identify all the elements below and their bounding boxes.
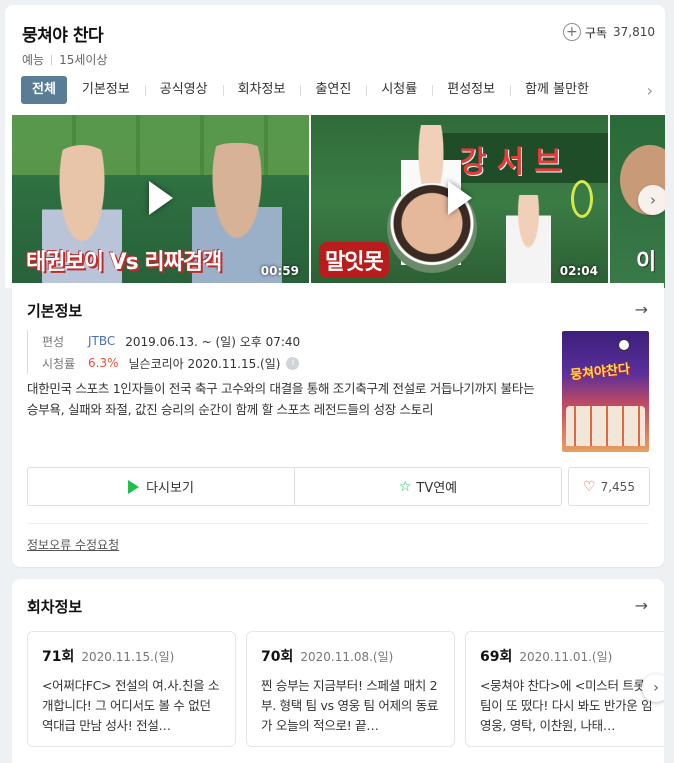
video-duration: 02:04 (559, 264, 598, 278)
tab-schedule[interactable]: 편성정보 (432, 76, 510, 104)
program-title[interactable]: 뭉쳐야 찬다 (22, 21, 104, 46)
arrow-right-icon[interactable]: → (635, 300, 648, 319)
plus-icon: + (562, 23, 581, 41)
thumbnail-figure (506, 195, 551, 288)
video-caption: 말잇못 (319, 242, 389, 278)
video-carousel: 태권보이 Vs 리짜검객 00:59 강서브 말잇못 02:04 이 › (12, 115, 665, 288)
tab-cast[interactable]: 출연진 (300, 76, 366, 104)
play-icon (447, 181, 472, 216)
tv-label: TV연예 (416, 481, 458, 496)
rating-row: 시청률 6.3% 닐슨코리아 2020.11.15.(일) i (42, 352, 547, 374)
poster-cast-image (566, 406, 645, 446)
genre-label: 예능 (22, 53, 45, 67)
episode-date: 2020.11.01.(일) (519, 650, 613, 664)
episode-description: <뭉쳐야 찬다>에 <미스터 트롯> 팀이 또 떴다! 다시 봐도 반가운 임영… (480, 678, 655, 733)
episode-item[interactable]: 71회 2020.11.15.(일) <어쩌다FC> 전설의 여.사.친을 소개… (27, 631, 236, 747)
program-details: 편성 JTBC 2019.06.13. ~ (일) 오후 07:40 시청률 6… (27, 330, 547, 374)
thumbnail-racket (571, 180, 593, 218)
star-icon: ☆ (398, 478, 412, 495)
program-header: 뭉쳐야 찬다 예능 15세이상 + 구독 37,810 전체 기본정보 공식영상… (5, 5, 665, 288)
chevron-right-icon: › (650, 191, 656, 209)
subscriber-count: 37,810 (613, 25, 655, 39)
like-button[interactable]: ♡ 7,455 (568, 467, 650, 506)
channel-link[interactable]: JTBC (88, 334, 115, 348)
carousel-next-button[interactable]: › (638, 185, 665, 215)
tabs-next-button[interactable]: › (621, 76, 665, 104)
episode-header: 71회 2020.11.15.(일) (42, 646, 221, 666)
episode-description: <어쩌다FC> 전설의 여.사.친을 소개합니다! 그 어디서도 볼 수 없던 … (42, 678, 220, 733)
rating-source: 닐슨코리아 2020.11.15.(일) (128, 356, 281, 371)
poster-title: 뭉쳐야찬다 (569, 361, 631, 384)
video-thumbnail[interactable]: 태권보이 Vs 리짜검객 00:59 (12, 115, 309, 288)
program-poster[interactable]: 뭉쳐야찬다 (562, 331, 649, 452)
section-title[interactable]: 회차정보 (27, 596, 82, 617)
episode-number: 70회 (261, 649, 294, 665)
tab-official-videos[interactable]: 공식영상 (144, 76, 223, 104)
episode-date: 2020.11.15.(일) (81, 650, 175, 664)
episodes-next-button[interactable]: › (642, 674, 664, 702)
basic-info-card: 기본정보 → 편성 JTBC 2019.06.13. ~ (일) 오후 07:4… (12, 283, 664, 567)
play-icon (148, 181, 173, 216)
divider (51, 54, 53, 65)
heart-icon: ♡ (583, 478, 596, 495)
episode-header: 69회 2020.11.01.(일) (480, 646, 659, 666)
tab-ratings[interactable]: 시청률 (366, 76, 432, 104)
episode-date: 2020.11.08.(일) (300, 650, 394, 664)
video-duration: 00:59 (260, 264, 299, 278)
action-button-group: 다시보기 ☆ TV연예 (27, 467, 562, 506)
episode-item[interactable]: 69회 2020.11.01.(일) <뭉쳐야 찬다>에 <미스터 트롯> 팀이… (465, 631, 664, 747)
video-caption: 태권보이 Vs 리짜검객 (26, 250, 222, 275)
episode-item[interactable]: 70회 2020.11.08.(일) 찐 승부는 지금부터! 스페셜 매치 2부… (246, 631, 455, 747)
episode-header: 70회 2020.11.08.(일) (261, 646, 440, 666)
replay-button[interactable]: 다시보기 (28, 468, 294, 505)
subscribe-button[interactable]: + 구독 37,810 (562, 23, 655, 41)
report-error-link[interactable]: 정보오류 수정요청 (27, 536, 119, 553)
episode-list: 71회 2020.11.15.(일) <어쩌다FC> 전설의 여.사.친을 소개… (27, 631, 664, 747)
rating-value: 6.3% (88, 356, 119, 370)
video-caption: 이 (636, 250, 657, 275)
soccer-ball-icon (618, 339, 630, 351)
episodes-card: 회차정보 → 71회 2020.11.15.(일) <어쩌다FC> 전설의 여.… (12, 579, 664, 763)
arrow-right-icon[interactable]: → (635, 596, 648, 615)
action-row: 다시보기 ☆ TV연예 ♡ 7,455 (27, 467, 650, 506)
like-count: 7,455 (600, 479, 635, 494)
episode-description: 찐 승부는 지금부터! 스페셜 매치 2부. 형택 팀 vs 영웅 팀 어제의 … (261, 678, 439, 733)
chevron-right-icon: › (646, 80, 653, 100)
program-meta: 예능 15세이상 (22, 51, 107, 68)
replay-label: 다시보기 (146, 481, 194, 496)
tab-related[interactable]: 함께 볼만한 (510, 76, 604, 104)
age-rating-label: 15세이상 (59, 53, 108, 67)
tab-bar: 전체 기본정보 공식영상 회차정보 출연진 시청률 편성정보 함께 볼만한 (21, 76, 665, 104)
program-description: 대한민국 스포츠 1인자들이 전국 축구 고수와의 대결을 통해 조기축구계 전… (27, 381, 535, 417)
divider (27, 523, 649, 524)
rating-label: 시청률 (42, 356, 76, 371)
video-overlay-title: 강서브 (459, 145, 572, 180)
tab-all[interactable]: 전체 (21, 76, 67, 104)
episode-number: 69회 (480, 649, 513, 665)
info-icon[interactable]: i (286, 356, 300, 370)
tab-episodes[interactable]: 회차정보 (222, 76, 301, 104)
subscribe-label: 구독 (584, 25, 607, 40)
tab-basic-info[interactable]: 기본정보 (67, 76, 145, 104)
play-icon (128, 479, 140, 494)
schedule-value: 2019.06.13. ~ (일) 오후 07:40 (125, 334, 301, 349)
schedule-label: 편성 (42, 334, 65, 349)
tv-entertainment-button[interactable]: ☆ TV연예 (294, 468, 561, 505)
section-title[interactable]: 기본정보 (27, 300, 82, 321)
chevron-right-icon: › (653, 680, 659, 696)
video-thumbnail[interactable]: 강서브 말잇못 02:04 (311, 115, 608, 288)
schedule-row: 편성 JTBC 2019.06.13. ~ (일) 오후 07:40 (42, 330, 547, 352)
episode-number: 71회 (42, 649, 75, 665)
